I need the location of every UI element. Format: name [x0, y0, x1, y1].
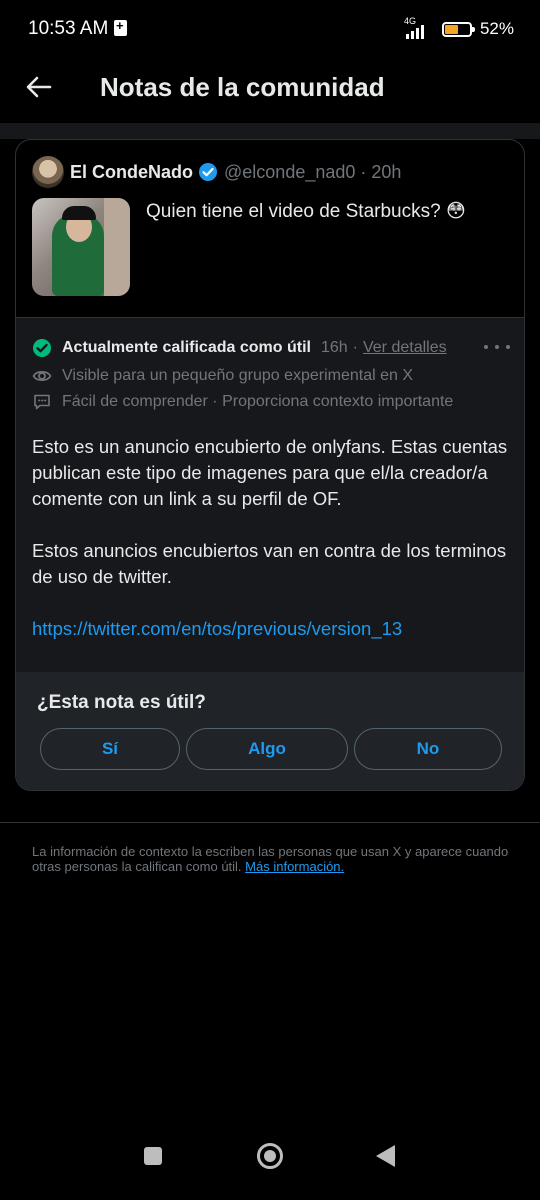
- message-icon: [34, 394, 50, 410]
- battery-icon: [441, 21, 475, 37]
- more-info-link[interactable]: Más información.: [245, 859, 344, 874]
- eye-icon: [32, 371, 52, 381]
- note-source-link[interactable]: https://twitter.com/en/tos/previous/vers…: [32, 618, 402, 639]
- tweet-text: Quien tiene el video de Starbucks? 😳: [146, 201, 466, 222]
- status-bar: 10:53 AM 4G 52%: [0, 0, 540, 60]
- rate-no-button[interactable]: No: [354, 728, 502, 770]
- more-options-button[interactable]: [484, 336, 510, 358]
- system-nav-bar: [0, 1130, 540, 1200]
- back-button[interactable]: [24, 72, 54, 102]
- note-panel: Actualmente calificada como útil 16h · V…: [16, 318, 524, 672]
- home-button[interactable]: [257, 1143, 283, 1169]
- separator: ·: [352, 339, 358, 356]
- note-time: 16h: [320, 339, 348, 356]
- note-status-label: Actualmente calificada como útil: [62, 339, 311, 356]
- visibility-text: Visible para un pequeño grupo experiment…: [62, 367, 414, 384]
- page-title: Notas de la comunidad: [100, 72, 385, 102]
- check-circle-icon: [33, 339, 51, 357]
- section-spacer: [0, 123, 540, 139]
- app-header: Notas de la comunidad: [0, 60, 540, 116]
- status-right: 4G 52%: [404, 16, 514, 42]
- tweet-image[interactable]: [32, 198, 130, 296]
- signal-icon: 4G: [404, 16, 434, 41]
- divider: [0, 822, 540, 823]
- reasons-row: Fácil de comprender · Proporciona contex…: [32, 392, 453, 412]
- note-paragraph: Esto es un anuncio encubierto de onlyfan…: [32, 436, 508, 509]
- reasons-text: Fácil de comprender · Proporciona contex…: [62, 393, 454, 410]
- notification-icon: [114, 18, 127, 36]
- author-name[interactable]: El CondeNado: [70, 162, 193, 183]
- note-text: Esto es un anuncio encubierto de onlyfan…: [32, 434, 512, 642]
- footer-info: La información de contexto la escriben l…: [32, 844, 512, 874]
- rate-somewhat-button[interactable]: Algo: [186, 728, 348, 770]
- status-time: 10:53 AM: [28, 18, 109, 39]
- battery-percent: 52%: [479, 19, 514, 38]
- tweet-body[interactable]: Quien tiene el video de Starbucks? 😳: [32, 198, 466, 296]
- note-paragraph: Estos anuncios encubiertos van en contra…: [32, 540, 507, 587]
- rate-yes-button[interactable]: Sí: [40, 728, 180, 770]
- rating-panel: ¿Esta nota es útil? Sí Algo No: [16, 672, 524, 790]
- arrow-left-icon: [26, 76, 52, 98]
- avatar[interactable]: [32, 156, 64, 188]
- community-note-card: El CondeNado @elconde_nad0 · 20h Quien t…: [15, 139, 525, 791]
- system-back-button[interactable]: [376, 1145, 395, 1167]
- recent-apps-button[interactable]: [144, 1147, 162, 1165]
- see-details-link[interactable]: Ver detalles: [363, 339, 447, 357]
- note-status-row: Actualmente calificada como útil 16h · V…: [32, 338, 447, 358]
- rating-question: ¿Esta nota es útil?: [37, 692, 206, 713]
- verified-badge-icon: [199, 163, 218, 181]
- author-handle[interactable]: @elconde_nad0 · 20h: [224, 162, 401, 183]
- tweet-header[interactable]: El CondeNado @elconde_nad0 · 20h: [32, 156, 401, 188]
- rating-buttons: Sí Algo No: [40, 728, 502, 770]
- visibility-row: Visible para un pequeño grupo experiment…: [32, 366, 413, 386]
